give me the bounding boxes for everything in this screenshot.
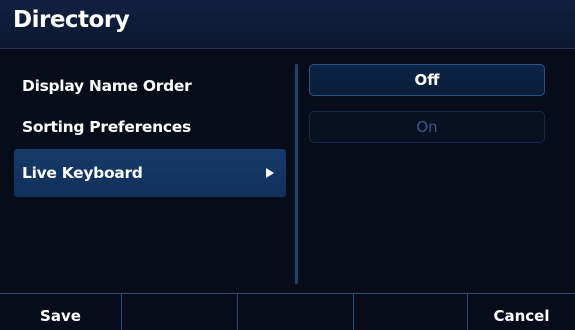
- softkey-cancel[interactable]: Cancel: [468, 294, 575, 330]
- vertical-divider: [295, 64, 298, 284]
- page-title: Directory: [13, 7, 130, 33]
- title-bar: Directory: [0, 0, 575, 49]
- triangle-right-icon: [266, 168, 274, 178]
- menu-item-sorting-preferences[interactable]: Sorting Preferences: [14, 107, 286, 147]
- option-off[interactable]: Off: [309, 64, 545, 96]
- menu-item-label: Live Keyboard: [22, 164, 143, 182]
- softkey-label: Cancel: [493, 307, 550, 325]
- menu-item-live-keyboard[interactable]: Live Keyboard: [14, 149, 286, 197]
- softkey-save[interactable]: Save: [0, 294, 122, 330]
- option-label: Off: [414, 71, 440, 89]
- softkey-3[interactable]: [238, 294, 354, 330]
- softkey-4[interactable]: [354, 294, 468, 330]
- softkey-2[interactable]: [122, 294, 238, 330]
- option-label: On: [416, 118, 438, 136]
- menu-item-label: Display Name Order: [22, 77, 192, 95]
- menu-item-label: Sorting Preferences: [22, 118, 191, 136]
- softkey-label: Save: [40, 307, 81, 325]
- softkey-bar: Save Cancel: [0, 293, 575, 330]
- phone-screen: Directory Display Name Order Sorting Pre…: [0, 0, 575, 330]
- option-on[interactable]: On: [309, 111, 545, 143]
- content-area: Display Name Order Sorting Preferences L…: [0, 49, 575, 293]
- menu-item-display-name-order[interactable]: Display Name Order: [14, 66, 286, 106]
